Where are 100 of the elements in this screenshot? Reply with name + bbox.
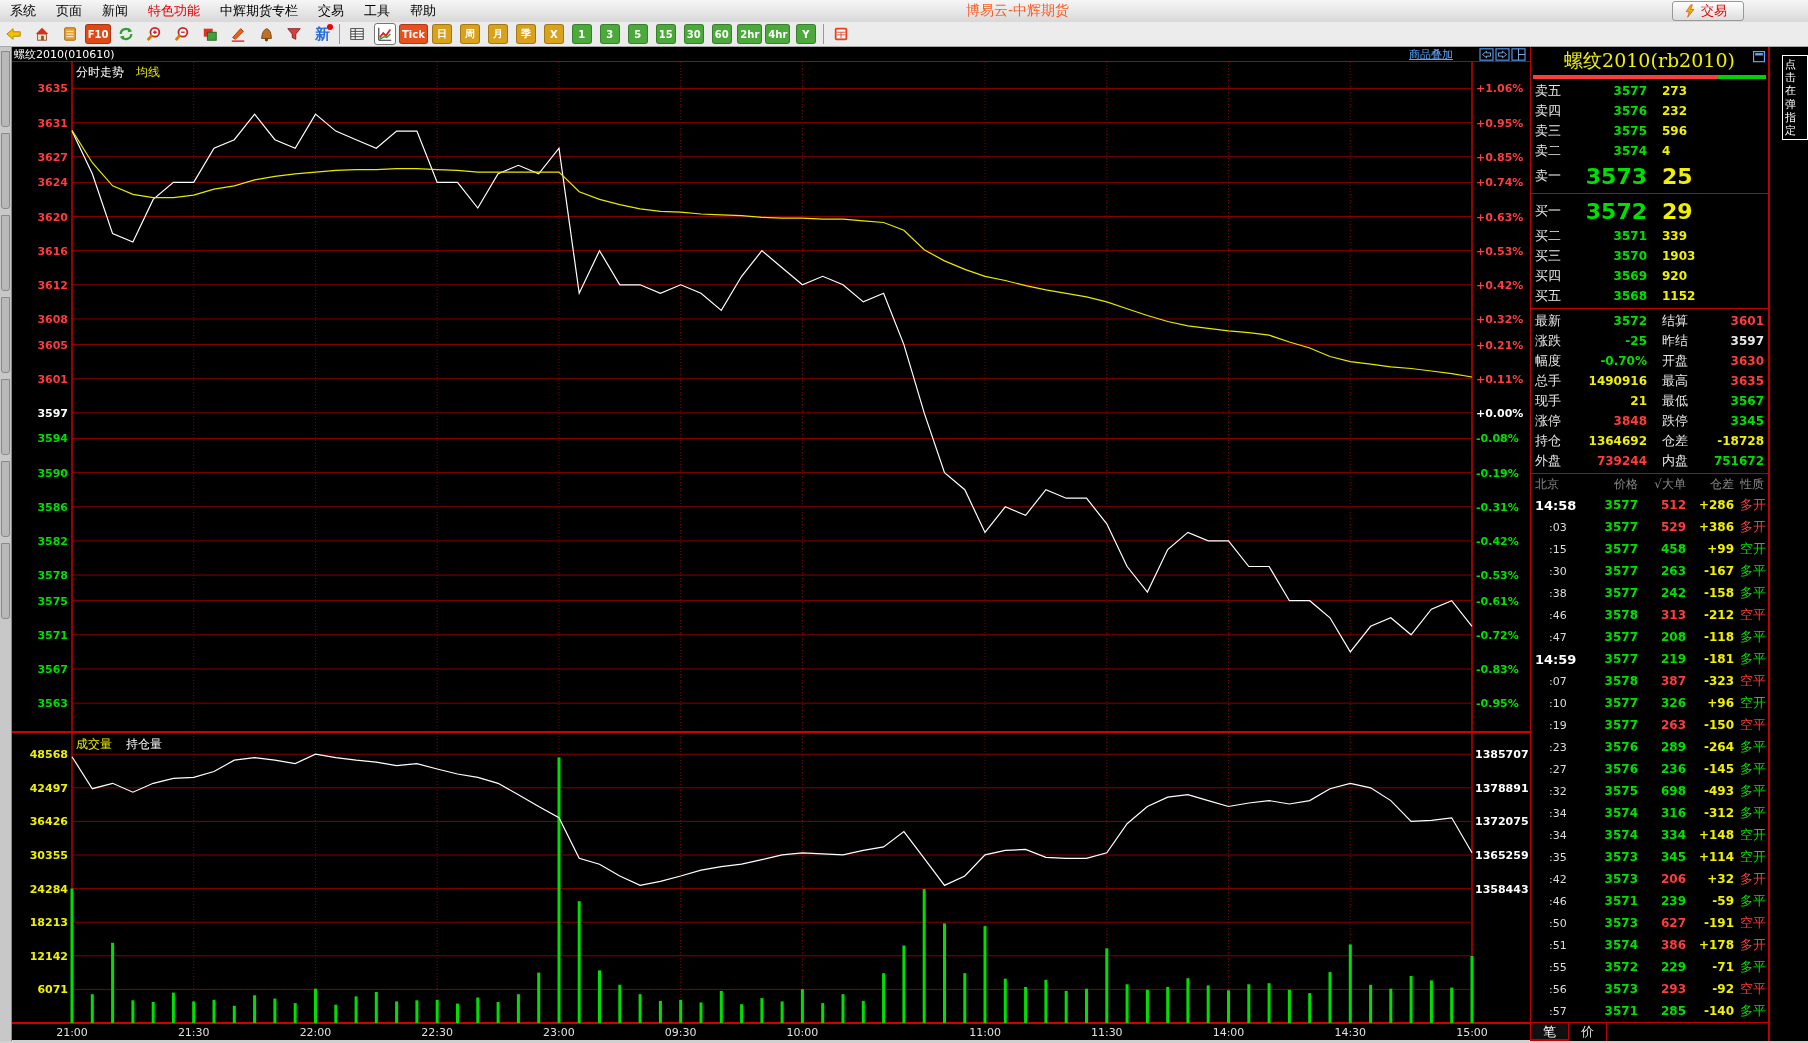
volume-bar	[760, 998, 764, 1023]
volume-bar	[963, 973, 967, 1023]
stat-value: 3572	[1612, 314, 1647, 328]
arrow-right-icon[interactable]	[1495, 47, 1510, 61]
axis-label: +0.95%	[1476, 116, 1524, 130]
tick-volume: 263	[1659, 564, 1686, 578]
toolbar-button[interactable]: 新	[314, 24, 330, 44]
volume-bar	[1267, 983, 1271, 1023]
toolbar-button[interactable]: 30	[683, 24, 704, 44]
tick-volume: 627	[1659, 916, 1686, 930]
column-header: 性质	[1740, 475, 1765, 493]
stat-value: 1364692	[1587, 434, 1647, 448]
symbol-label: 螺纹2010(010610)	[13, 46, 115, 62]
axis-label: -0.61%	[1476, 594, 1519, 608]
stat-label: 最低	[1662, 392, 1689, 410]
tab[interactable]: 笔	[1531, 1023, 1569, 1041]
tick-volume: 326	[1659, 696, 1686, 710]
toolbar-button[interactable]: Y	[795, 24, 816, 44]
axis-label: 14:30	[1334, 1026, 1367, 1039]
order-level-label: 买三	[1535, 247, 1562, 265]
arrow-left-icon[interactable]	[1479, 47, 1494, 61]
order-volume: 273	[1662, 84, 1689, 98]
order-volume: 1903	[1662, 249, 1697, 263]
volume-bar	[1166, 987, 1170, 1023]
tick-volume: 229	[1659, 960, 1686, 974]
window-icon[interactable]	[1752, 50, 1766, 64]
menu-item[interactable]: 页面	[46, 0, 92, 22]
axis-label: 24284	[29, 882, 68, 896]
toolbar-button[interactable]: 15	[655, 24, 676, 44]
volume-bar	[253, 995, 257, 1023]
toolbar-button[interactable]: 日	[431, 24, 452, 44]
stat-value: -25	[1624, 334, 1647, 348]
volume-bar	[435, 999, 439, 1023]
axis-label: +0.11%	[1476, 372, 1524, 386]
axis-label: 18213	[29, 916, 68, 930]
toolbar-button[interactable]: X	[543, 24, 564, 44]
menu-item[interactable]: 系统	[0, 0, 46, 22]
order-level-label: 卖一	[1535, 167, 1562, 185]
menu-item[interactable]: 帮助	[400, 0, 446, 22]
axis-label: +0.74%	[1476, 176, 1524, 190]
toolbar-button[interactable]: Tick	[399, 24, 428, 44]
tick-nature: 空平	[1740, 606, 1767, 624]
stat-label: 最高	[1662, 372, 1689, 390]
order-volume: 25	[1662, 163, 1694, 189]
overlay-link[interactable]: 商品叠加	[1409, 46, 1453, 62]
axis-label: 3582	[37, 534, 68, 548]
axis-label: 11:00	[969, 1026, 1001, 1039]
toolbar-button[interactable]: 3	[599, 24, 620, 44]
tick-volume: 387	[1659, 674, 1686, 688]
menu-item[interactable]: 工具	[354, 0, 400, 22]
axis-label: -0.53%	[1476, 569, 1519, 583]
volume-bar	[415, 1000, 419, 1023]
tick-time: :03	[1548, 520, 1568, 534]
volume-bar	[679, 999, 683, 1023]
tick-oi-change: -140	[1702, 1004, 1734, 1018]
tick-volume: 698	[1659, 784, 1686, 798]
volume-bar	[699, 1002, 703, 1023]
tick-price: 3578	[1603, 674, 1638, 688]
tick-time: :46	[1548, 894, 1568, 908]
axis-label: 3627	[37, 150, 68, 164]
menu-item[interactable]: 新闻	[92, 0, 138, 22]
layout-icon[interactable]	[1511, 47, 1526, 61]
tick-price: 3573	[1603, 850, 1638, 864]
axis-label: 3567	[37, 662, 68, 676]
chart-title: 持仓量	[126, 737, 162, 751]
toolbar-button[interactable]: 月	[487, 24, 508, 44]
tick-volume: 208	[1659, 630, 1686, 644]
order-price: 3576	[1612, 104, 1647, 118]
tick-time: :50	[1548, 916, 1568, 930]
stat-value: 751672	[1712, 454, 1764, 468]
menu-item[interactable]: 中辉期货专栏	[210, 0, 308, 22]
toolbar-button[interactable]: 4hr	[765, 24, 791, 44]
axis-label: 12142	[29, 949, 68, 963]
tick-oi-change: +99	[1706, 542, 1734, 556]
menu-item[interactable]: 特色功能	[138, 0, 210, 22]
toolbar-button[interactable]: 周	[459, 24, 480, 44]
toolbar-button[interactable]: 季	[515, 24, 536, 44]
tick-time: :38	[1548, 586, 1568, 600]
toolbar-button[interactable]: F10	[84, 24, 112, 44]
volume-bar	[1227, 990, 1230, 1023]
order-volume: 4	[1662, 144, 1672, 158]
axis-label: 6071	[37, 983, 68, 997]
tab[interactable]: 价	[1569, 1023, 1607, 1041]
tick-time: :47	[1548, 630, 1568, 644]
tick-oi-change: +114	[1697, 850, 1734, 864]
tick-oi-change: -71	[1711, 960, 1734, 974]
tick-price: 3571	[1603, 1004, 1638, 1018]
toolbar-button[interactable]: 60	[711, 24, 732, 44]
tick-oi-change: -181	[1702, 652, 1734, 666]
trade-button[interactable]: 交易	[1672, 1, 1744, 21]
toolbar-button[interactable]: 1	[571, 24, 592, 44]
tick-price: 3577	[1603, 498, 1638, 512]
volume-bar	[1287, 989, 1291, 1023]
toolbar-button[interactable]: 5	[627, 24, 648, 44]
tick-time: :32	[1548, 784, 1568, 798]
toolbar-button[interactable]: 2hr	[737, 24, 763, 44]
tick-nature: 多开	[1740, 496, 1767, 514]
axis-label: -0.42%	[1476, 534, 1519, 548]
lightning-icon[interactable]	[1683, 4, 1697, 18]
menu-item[interactable]: 交易	[308, 0, 354, 22]
